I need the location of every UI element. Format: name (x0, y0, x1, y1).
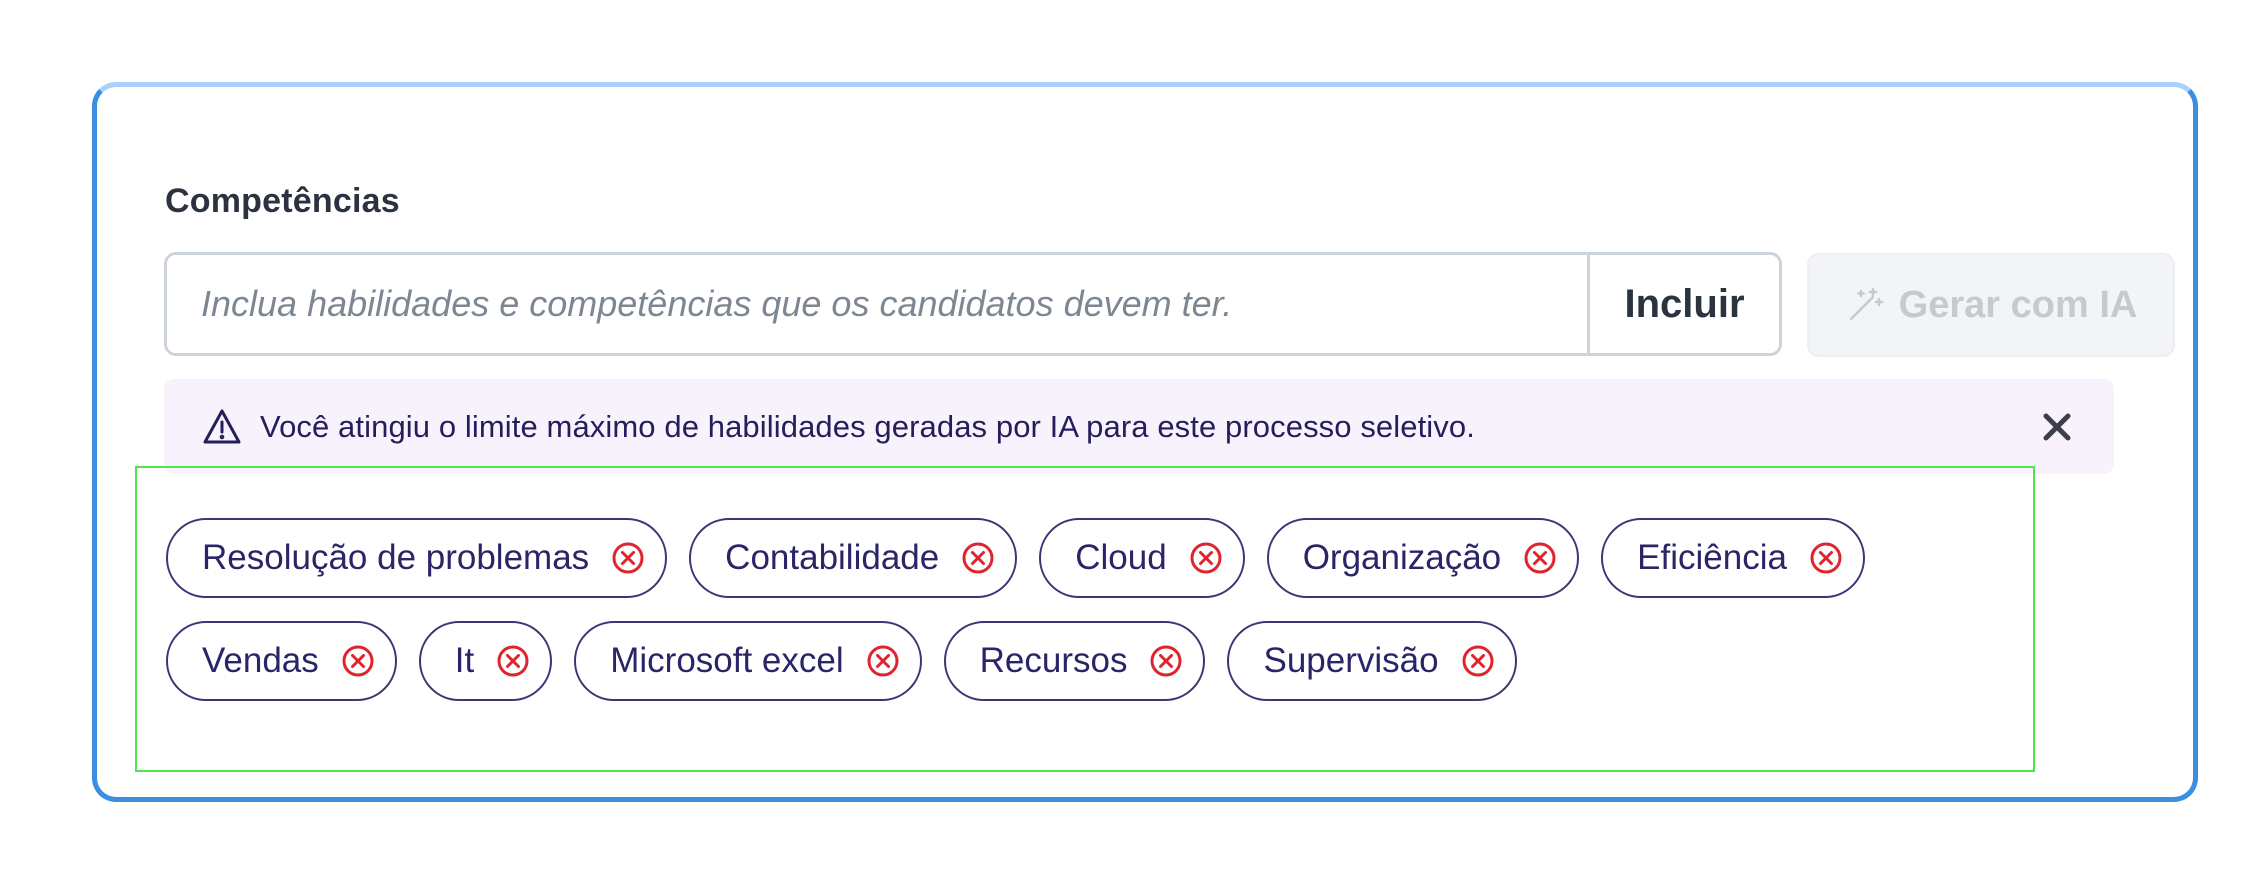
skill-tag-label: Vendas (202, 641, 319, 680)
remove-circle-icon[interactable] (611, 541, 645, 575)
skill-input-group: Incluir (164, 252, 1782, 356)
skills-card: Competências Incluir Gerar com IA Você a… (92, 82, 2198, 802)
warning-triangle-icon (203, 409, 241, 443)
skill-tag: Microsoft excel (574, 621, 922, 701)
include-button[interactable]: Incluir (1587, 255, 1779, 353)
generate-with-ai-label: Gerar com IA (1898, 283, 2138, 326)
skill-tag: It (418, 621, 553, 701)
skill-tag: Resolução de problemas (166, 518, 668, 598)
remove-circle-icon[interactable] (496, 644, 530, 678)
magic-wand-icon (1849, 287, 1883, 321)
skill-tag-label: Supervisão (1263, 641, 1439, 680)
remove-circle-icon[interactable] (1809, 541, 1843, 575)
skill-input[interactable] (167, 255, 1587, 353)
tag-row: Resolução de problemas Contabilidade Cloud… (166, 518, 1865, 598)
skill-tag: Organização (1266, 518, 1580, 598)
skill-tag-label: Resolução de problemas (202, 538, 590, 577)
skill-tag: Cloud (1039, 518, 1245, 598)
generate-with-ai-button[interactable]: Gerar com IA (1807, 253, 2175, 357)
skill-tag: Contabilidade (689, 518, 1018, 598)
skill-tag-label: Microsoft excel (610, 641, 844, 680)
remove-circle-icon[interactable] (1189, 541, 1223, 575)
skill-tag-label: Recursos (979, 641, 1128, 680)
section-label: Competências (165, 182, 400, 220)
remove-circle-icon[interactable] (341, 644, 375, 678)
skill-tag-label: Contabilidade (725, 538, 940, 577)
skill-tag: Vendas (166, 621, 397, 701)
ai-limit-alert: Você atingiu o limite máximo de habilida… (164, 379, 2114, 474)
skill-tag: Recursos (943, 621, 1206, 701)
skill-tag-label: It (454, 641, 475, 680)
skill-tag-label: Cloud (1075, 538, 1167, 577)
remove-circle-icon[interactable] (1523, 541, 1557, 575)
skill-tag: Supervisão (1227, 621, 1517, 701)
skill-tag-label: Eficiência (1637, 538, 1787, 577)
remove-circle-icon[interactable] (866, 644, 900, 678)
close-icon[interactable] (2040, 410, 2074, 444)
skill-tag-label: Organização (1302, 538, 1502, 577)
tag-row: Vendas It Microsoft excel Recursos Supervisã… (166, 621, 1517, 701)
remove-circle-icon[interactable] (1461, 644, 1495, 678)
skill-tags-area: Resolução de problemas Contabilidade Cloud… (135, 466, 2035, 772)
remove-circle-icon[interactable] (961, 541, 995, 575)
alert-message: Você atingiu o limite máximo de habilida… (260, 408, 1475, 444)
remove-circle-icon[interactable] (1149, 644, 1183, 678)
skill-tag: Eficiência (1601, 518, 1865, 598)
